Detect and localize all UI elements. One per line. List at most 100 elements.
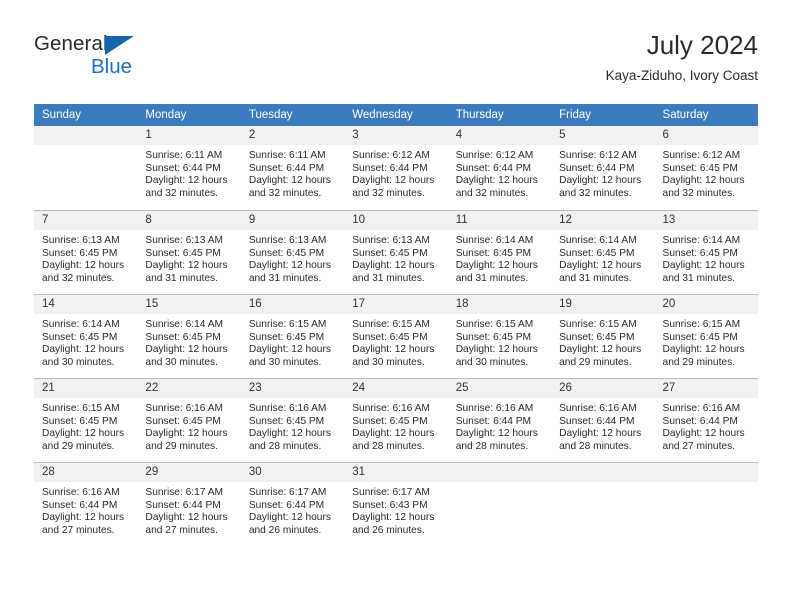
sunrise-text: Sunrise: 6:14 AM [559,235,637,246]
calendar-cell [551,462,655,546]
sunrise-text: Sunrise: 6:16 AM [455,403,534,414]
day-cell-13[interactable]: 13 Sunrise: 6:14 AM Sunset: 6:45 PM Dayligh… [654,210,758,294]
daylight-text-line1: Daylight: 12 hours [145,260,228,272]
day-cell-19[interactable]: 19 Sunrise: 6:15 AM Sunset: 6:45 PM Dayligh… [551,294,655,378]
calendar-cell: 5 Sunrise: 6:12 AM Sunset: 6:44 PM Daylight… [551,126,655,210]
day-cell-2[interactable]: 2 Sunrise: 6:11 AM Sunset: 6:44 PM Daylight… [240,126,345,210]
day-details: Sunrise: 6:12 AM Sunset: 6:45 PM Daylight:… [655,145,758,200]
sunset-text: Sunset: 6:44 PM [145,162,221,174]
day-cell-7[interactable]: 7 Sunrise: 6:13 AM Sunset: 6:45 PM Daylight… [34,210,138,294]
calendar-cell: 11 Sunrise: 6:14 AM Sunset: 6:45 PM Dayligh… [447,210,552,294]
calendar-cell [654,462,758,546]
weekday-header-friday: Friday [551,104,655,126]
calendar-body: 1 Sunrise: 6:11 AM Sunset: 6:44 PM Daylight… [34,126,758,546]
day-cell-8[interactable]: 8 Sunrise: 6:13 AM Sunset: 6:45 PM Daylight… [137,210,241,294]
daylight-text-line1: Daylight: 12 hours [352,175,435,187]
daylight-text-line2: and 32 minutes. [662,187,736,199]
calendar-cell: 12 Sunrise: 6:14 AM Sunset: 6:45 PM Dayligh… [551,210,655,294]
sunrise-text: Sunrise: 6:13 AM [42,235,120,246]
day-cell-21[interactable]: 21 Sunrise: 6:15 AM Sunset: 6:45 PM Dayligh… [34,378,138,462]
day-cell-25[interactable]: 25 Sunrise: 6:16 AM Sunset: 6:44 PM Dayligh… [447,378,552,462]
day-cell-29[interactable]: 29 Sunrise: 6:17 AM Sunset: 6:44 PM Dayligh… [137,462,241,546]
day-cell-6[interactable]: 6 Sunrise: 6:12 AM Sunset: 6:45 PM Daylight… [654,126,758,210]
day-cell-24[interactable]: 24 Sunrise: 6:16 AM Sunset: 6:45 PM Dayligh… [344,378,448,462]
day-cell-4[interactable]: 4 Sunrise: 6:12 AM Sunset: 6:44 PM Daylight… [447,126,552,210]
day-cell-31[interactable]: 31 Sunrise: 6:17 AM Sunset: 6:43 PM Dayligh… [344,462,448,546]
day-cell-28[interactable]: 28 Sunrise: 6:16 AM Sunset: 6:44 PM Dayligh… [34,462,138,546]
day-details: Sunrise: 6:13 AM Sunset: 6:45 PM Daylight:… [137,230,240,285]
daylight-text-line1: Daylight: 12 hours [662,175,745,187]
page-title: July 2024 [646,30,758,60]
day-number: 28 [34,463,138,482]
day-cell-empty [551,462,655,546]
day-cell-18[interactable]: 18 Sunrise: 6:15 AM Sunset: 6:45 PM Dayligh… [447,294,552,378]
day-details: Sunrise: 6:15 AM Sunset: 6:45 PM Daylight:… [655,314,758,369]
sunset-text: Sunset: 6:45 PM [559,247,635,259]
day-cell-15[interactable]: 15 Sunrise: 6:14 AM Sunset: 6:45 PM Dayligh… [137,294,241,378]
calendar-cell: 31 Sunrise: 6:17 AM Sunset: 6:43 PM Dayligh… [344,462,448,546]
calendar-cell: 15 Sunrise: 6:14 AM Sunset: 6:45 PM Dayligh… [137,294,241,378]
daylight-text-line2: and 26 minutes. [352,524,425,536]
sunrise-text: Sunrise: 6:11 AM [248,150,326,161]
day-details: Sunrise: 6:12 AM Sunset: 6:44 PM Daylight:… [448,145,551,200]
triangle-icon [105,36,134,55]
day-cell-11[interactable]: 11 Sunrise: 6:14 AM Sunset: 6:45 PM Dayligh… [447,210,552,294]
day-cell-17[interactable]: 17 Sunrise: 6:15 AM Sunset: 6:45 PM Dayligh… [344,294,448,378]
day-details: Sunrise: 6:11 AM Sunset: 6:44 PM Daylight:… [241,145,344,200]
day-details: Sunrise: 6:15 AM Sunset: 6:45 PM Daylight:… [241,314,344,369]
calendar-cell: 24 Sunrise: 6:16 AM Sunset: 6:45 PM Dayligh… [344,378,448,462]
calendar-week-row: 21 Sunrise: 6:15 AM Sunset: 6:45 PM Dayligh… [34,378,758,462]
day-number [551,463,655,482]
day-number: 9 [240,211,345,230]
day-cell-14[interactable]: 14 Sunrise: 6:14 AM Sunset: 6:45 PM Dayligh… [34,294,138,378]
sunset-text: Sunset: 6:45 PM [145,415,221,427]
daylight-text-line1: Daylight: 12 hours [248,512,331,524]
daylight-text-line2: and 32 minutes. [455,187,529,199]
calendar-cell: 4 Sunrise: 6:12 AM Sunset: 6:44 PM Daylight… [447,126,552,210]
daylight-text-line2: and 30 minutes. [352,356,425,368]
day-number: 12 [551,211,655,230]
day-cell-20[interactable]: 20 Sunrise: 6:15 AM Sunset: 6:45 PM Dayligh… [654,294,758,378]
daylight-text-line1: Daylight: 12 hours [145,175,228,187]
sunrise-text: Sunrise: 6:14 AM [42,319,120,330]
day-cell-5[interactable]: 5 Sunrise: 6:12 AM Sunset: 6:44 PM Daylight… [551,126,655,210]
daylight-text-line2: and 31 minutes. [559,272,632,284]
day-cell-12[interactable]: 12 Sunrise: 6:14 AM Sunset: 6:45 PM Dayligh… [551,210,655,294]
day-number: 20 [654,295,758,314]
sunset-text: Sunset: 6:45 PM [455,331,532,343]
calendar-cell: 7 Sunrise: 6:13 AM Sunset: 6:45 PM Daylight… [34,210,138,294]
day-details: Sunrise: 6:12 AM Sunset: 6:44 PM Daylight:… [344,145,447,200]
day-cell-10[interactable]: 10 Sunrise: 6:13 AM Sunset: 6:45 PM Dayligh… [344,210,448,294]
day-cell-23[interactable]: 23 Sunrise: 6:16 AM Sunset: 6:45 PM Dayligh… [240,378,345,462]
calendar-cell: 21 Sunrise: 6:15 AM Sunset: 6:45 PM Dayligh… [34,378,138,462]
daylight-text-line2: and 31 minutes. [248,272,322,284]
day-number: 10 [344,211,448,230]
day-cell-1[interactable]: 1 Sunrise: 6:11 AM Sunset: 6:44 PM Daylight… [137,126,241,210]
daylight-text-line1: Daylight: 12 hours [352,260,435,272]
daylight-text-line1: Daylight: 12 hours [662,260,745,272]
day-cell-3[interactable]: 3 Sunrise: 6:12 AM Sunset: 6:44 PM Daylight… [344,126,448,210]
day-details: Sunrise: 6:15 AM Sunset: 6:45 PM Daylight:… [448,314,551,369]
day-cell-9[interactable]: 9 Sunrise: 6:13 AM Sunset: 6:45 PM Daylight… [240,210,345,294]
day-number: 30 [240,463,345,482]
sunset-text: Sunset: 6:44 PM [455,415,532,427]
general-blue-logo[interactable]: General Blue [34,32,154,84]
calendar-cell: 17 Sunrise: 6:15 AM Sunset: 6:45 PM Dayligh… [344,294,448,378]
day-cell-26[interactable]: 26 Sunrise: 6:16 AM Sunset: 6:44 PM Dayligh… [551,378,655,462]
daylight-text-line2: and 29 minutes. [559,356,632,368]
day-number: 21 [34,379,138,398]
day-cell-27[interactable]: 27 Sunrise: 6:16 AM Sunset: 6:44 PM Dayligh… [654,378,758,462]
sunrise-text: Sunrise: 6:15 AM [455,319,534,330]
day-details: Sunrise: 6:16 AM Sunset: 6:44 PM Daylight:… [448,398,551,453]
day-cell-22[interactable]: 22 Sunrise: 6:16 AM Sunset: 6:45 PM Dayligh… [137,378,241,462]
sunrise-text: Sunrise: 6:15 AM [352,319,430,330]
day-number: 3 [344,126,448,145]
weekday-header-thursday: Thursday [447,104,552,126]
day-details: Sunrise: 6:13 AM Sunset: 6:45 PM Daylight:… [344,230,447,285]
sunrise-text: Sunrise: 6:12 AM [455,150,534,161]
day-cell-empty [34,126,138,210]
day-cell-30[interactable]: 30 Sunrise: 6:17 AM Sunset: 6:44 PM Dayligh… [240,462,345,546]
daylight-text-line2: and 30 minutes. [248,356,322,368]
day-cell-16[interactable]: 16 Sunrise: 6:15 AM Sunset: 6:45 PM Dayligh… [240,294,345,378]
day-details: Sunrise: 6:14 AM Sunset: 6:45 PM Daylight:… [448,230,551,285]
